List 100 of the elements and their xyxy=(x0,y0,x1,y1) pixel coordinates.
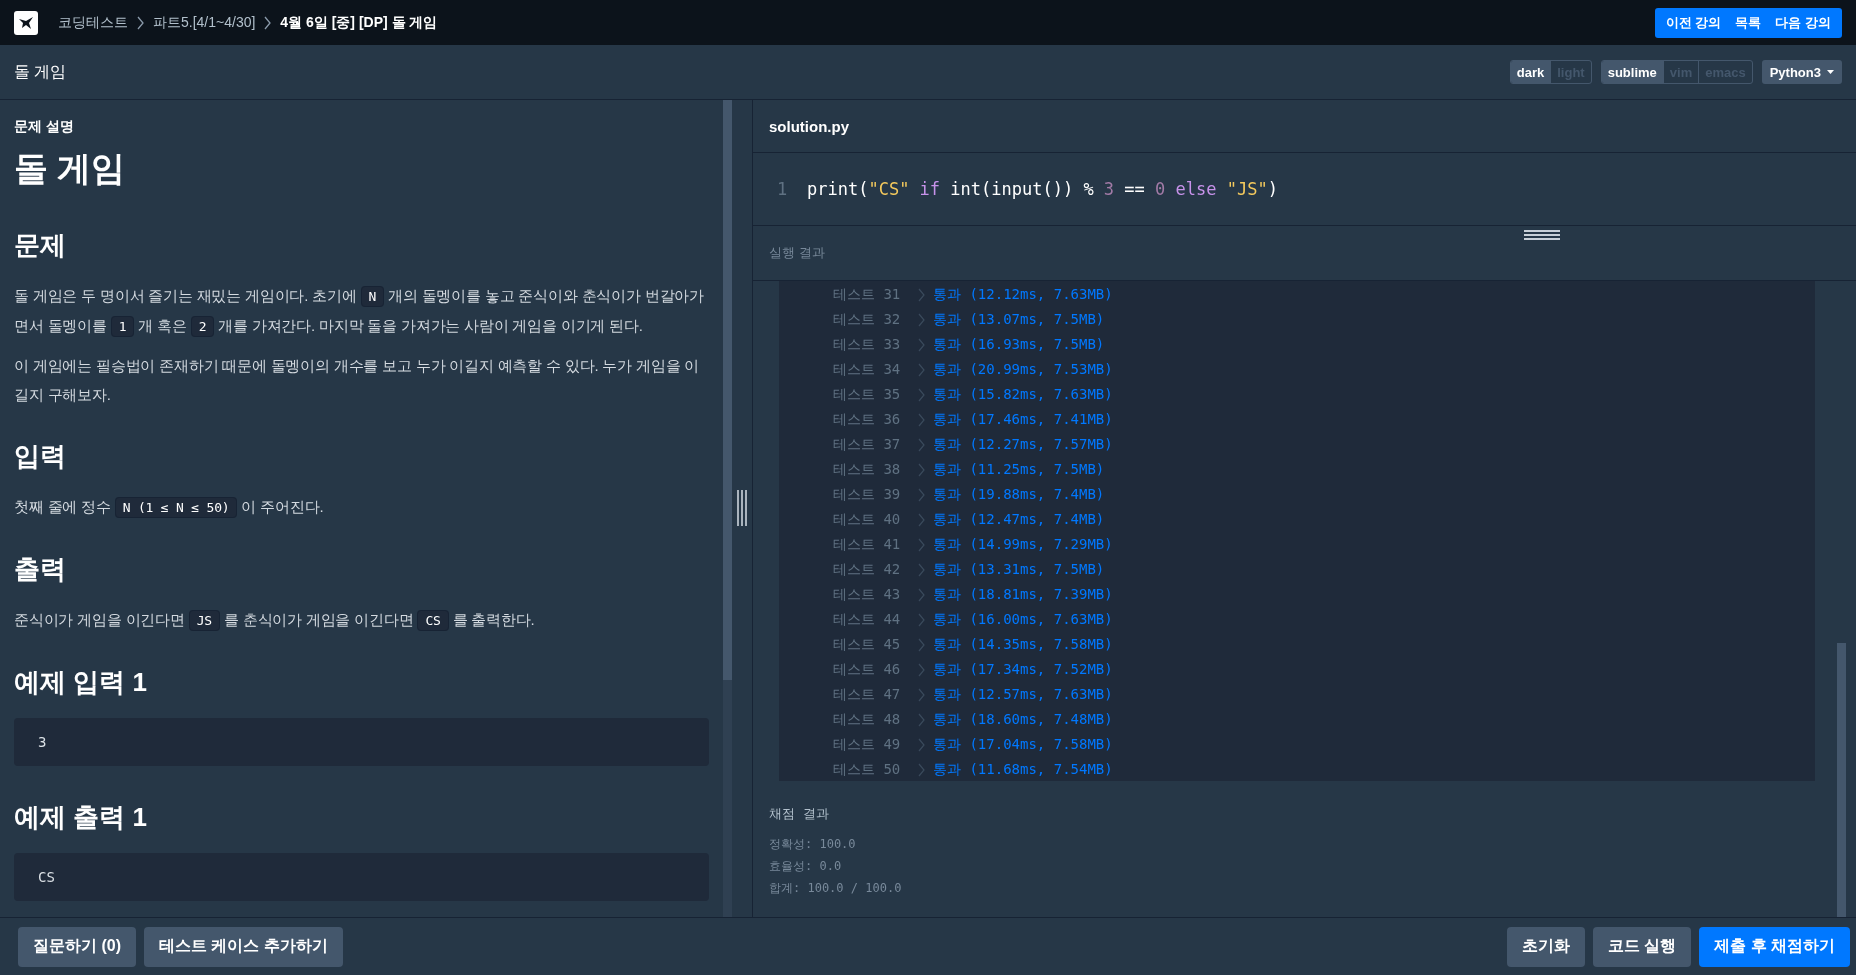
chevron-right-icon xyxy=(918,512,925,527)
nav-button[interactable]: 이전 강의 xyxy=(1658,7,1729,38)
test-label: 테스트 45 xyxy=(833,635,902,654)
test-label: 테스트 44 xyxy=(833,610,902,629)
submit-button[interactable]: 제출 후 채점하기 xyxy=(1699,926,1850,967)
example-box: CS xyxy=(14,853,709,901)
chevron-right-icon xyxy=(918,687,925,702)
paragraph: 돌 게임은 두 명이서 즐기는 재밌는 게임이다. 초기에 N 개의 돌멩이를 놓고 준식이와 춘식이가 번갈아가면서 돌멩이를 1 개 혹은 2 개를 가져간다. 마지막 돌을 가져가는 사람이 게임을 이기게 된다. xyxy=(14,281,709,341)
footer-button[interactable]: 질문하기 (0) xyxy=(18,926,136,967)
test-label: 테스트 31 xyxy=(833,285,902,304)
test-result: 통과 (12.27ms, 7.57MB) xyxy=(933,435,1113,454)
chevron-right-icon xyxy=(918,487,925,502)
test-result: 통과 (16.00ms, 7.63MB) xyxy=(933,610,1113,629)
test-result: 통과 (17.34ms, 7.52MB) xyxy=(933,660,1113,679)
test-label: 테스트 40 xyxy=(833,510,902,529)
test-result: 통과 (12.57ms, 7.63MB) xyxy=(933,685,1113,704)
section-heading: 입력 xyxy=(14,440,67,473)
nav-button[interactable]: 다음 강의 xyxy=(1768,7,1838,38)
breadcrumb-current: 4월 6일 [중] [DP] 돌 게임 xyxy=(280,13,438,32)
test-result: 통과 (13.31ms, 7.5MB) xyxy=(933,560,1105,579)
test-result: 통과 (15.82ms, 7.63MB) xyxy=(933,385,1113,404)
test-result: 통과 (20.99ms, 7.53MB) xyxy=(933,360,1113,379)
test-result: 통과 (14.35ms, 7.58MB) xyxy=(933,635,1113,654)
chevron-right-icon xyxy=(918,562,925,577)
test-label: 테스트 46 xyxy=(833,660,902,679)
resize-handle-icon[interactable] xyxy=(1524,230,1560,240)
chevron-right-icon xyxy=(918,537,925,552)
example-box: 3 xyxy=(14,718,709,766)
scrollbar-thumb[interactable] xyxy=(723,100,732,680)
score-line: 합계: 100.0 / 100.0 xyxy=(769,880,903,897)
scrollbar-thumb[interactable] xyxy=(1837,643,1846,917)
footer-button[interactable]: 코드 실행 xyxy=(1592,926,1692,967)
line-number: 1 xyxy=(777,179,789,199)
test-label: 테스트 39 xyxy=(833,485,902,504)
test-label: 테스트 41 xyxy=(833,535,902,554)
chevron-right-icon xyxy=(918,587,925,602)
footer-button[interactable]: 테스트 케이스 추가하기 xyxy=(144,926,343,967)
test-label: 테스트 32 xyxy=(833,310,902,329)
chevron-right-icon xyxy=(918,612,925,627)
keymap-toggle-button[interactable]: sublime xyxy=(1601,61,1663,83)
section-label: 실행 결과 xyxy=(769,244,825,262)
chevron-right-icon xyxy=(263,15,273,30)
test-label: 테스트 38 xyxy=(833,460,902,479)
test-result: 통과 (14.99ms, 7.29MB) xyxy=(933,535,1113,554)
nav-button[interactable]: 목록 xyxy=(1728,7,1769,38)
test-result: 통과 (19.88ms, 7.4MB) xyxy=(933,485,1105,504)
logo-icon[interactable] xyxy=(14,10,38,35)
breadcrumb-link[interactable]: 코딩테스트 xyxy=(58,13,128,32)
test-result: 통과 (18.81ms, 7.39MB) xyxy=(933,585,1113,604)
test-label: 테스트 47 xyxy=(833,685,902,704)
chevron-right-icon xyxy=(918,312,925,327)
score-line: 정확성: 100.0 xyxy=(769,836,857,853)
test-result: 통과 (16.93ms, 7.5MB) xyxy=(933,335,1105,354)
test-result: 통과 (18.60ms, 7.48MB) xyxy=(933,710,1113,729)
test-result: 통과 (12.12ms, 7.63MB) xyxy=(933,285,1113,304)
paragraph: 첫째 줄에 정수 N (1 ≤ N ≤ 50) 이 주어진다. xyxy=(14,492,709,522)
section-heading: 예제 입력 1 xyxy=(14,666,148,699)
resize-handle-icon[interactable] xyxy=(737,490,747,526)
breadcrumb-link[interactable]: 파트5.[4/1~4/30] xyxy=(153,13,256,32)
chevron-right-icon xyxy=(918,712,925,727)
section-label: 문제 설명 xyxy=(14,118,75,136)
section-heading: 예제 출력 1 xyxy=(14,801,148,834)
test-label: 테스트 43 xyxy=(833,585,902,604)
chevron-right-icon xyxy=(918,362,925,377)
chevron-right-icon xyxy=(918,412,925,427)
section-heading: 문제 xyxy=(14,229,67,262)
chevron-right-icon xyxy=(918,762,925,777)
test-label: 테스트 42 xyxy=(833,560,902,579)
test-result: 통과 (13.07ms, 7.5MB) xyxy=(933,310,1105,329)
test-label: 테스트 36 xyxy=(833,410,902,429)
section-heading: 출력 xyxy=(14,553,67,586)
chevron-right-icon xyxy=(918,662,925,677)
chevron-right-icon xyxy=(918,437,925,452)
chevron-right-icon xyxy=(918,337,925,352)
language-dropdown[interactable]: Python3 xyxy=(1761,60,1842,84)
score-title: 채점 결과 xyxy=(769,805,830,823)
theme-toggle-button[interactable]: dark xyxy=(1510,61,1551,83)
chevron-right-icon xyxy=(918,462,925,477)
score-line: 효율성: 0.0 xyxy=(769,858,843,875)
chevron-right-icon xyxy=(918,737,925,752)
test-label: 테스트 34 xyxy=(833,360,902,379)
paragraph: 이 게임에는 필승법이 존재하기 때문에 돌멩이의 개수를 보고 누가 이길지 예측할 수 있다. 누가 게임을 이길지 구해보자. xyxy=(14,356,701,405)
chevron-right-icon xyxy=(136,15,145,30)
code-line: print("CS" if int(input()) % 3 == 0 else "JS") xyxy=(807,179,1278,199)
test-result: 통과 (11.68ms, 7.54MB) xyxy=(933,760,1113,779)
test-result: 통과 (11.25ms, 7.5MB) xyxy=(933,460,1105,479)
paragraph: 준식이가 게임을 이긴다면 JS 를 춘식이가 게임을 이긴다면 CS 를 출력한다. xyxy=(14,605,709,635)
test-result: 통과 (12.47ms, 7.4MB) xyxy=(933,510,1105,529)
test-label: 테스트 37 xyxy=(833,435,902,454)
footer-button[interactable]: 초기화 xyxy=(1506,926,1585,967)
test-result: 통과 (17.46ms, 7.41MB) xyxy=(933,410,1113,429)
test-label: 테스트 48 xyxy=(833,710,902,729)
caret-down-icon xyxy=(1827,70,1834,74)
chevron-right-icon xyxy=(918,637,925,652)
page-title: 돌 게임 xyxy=(14,61,67,82)
test-label: 테스트 33 xyxy=(833,335,902,354)
chevron-right-icon xyxy=(918,287,925,302)
test-label: 테스트 49 xyxy=(833,735,902,754)
test-result: 통과 (17.04ms, 7.58MB) xyxy=(933,735,1113,754)
test-label: 테스트 35 xyxy=(833,385,902,404)
